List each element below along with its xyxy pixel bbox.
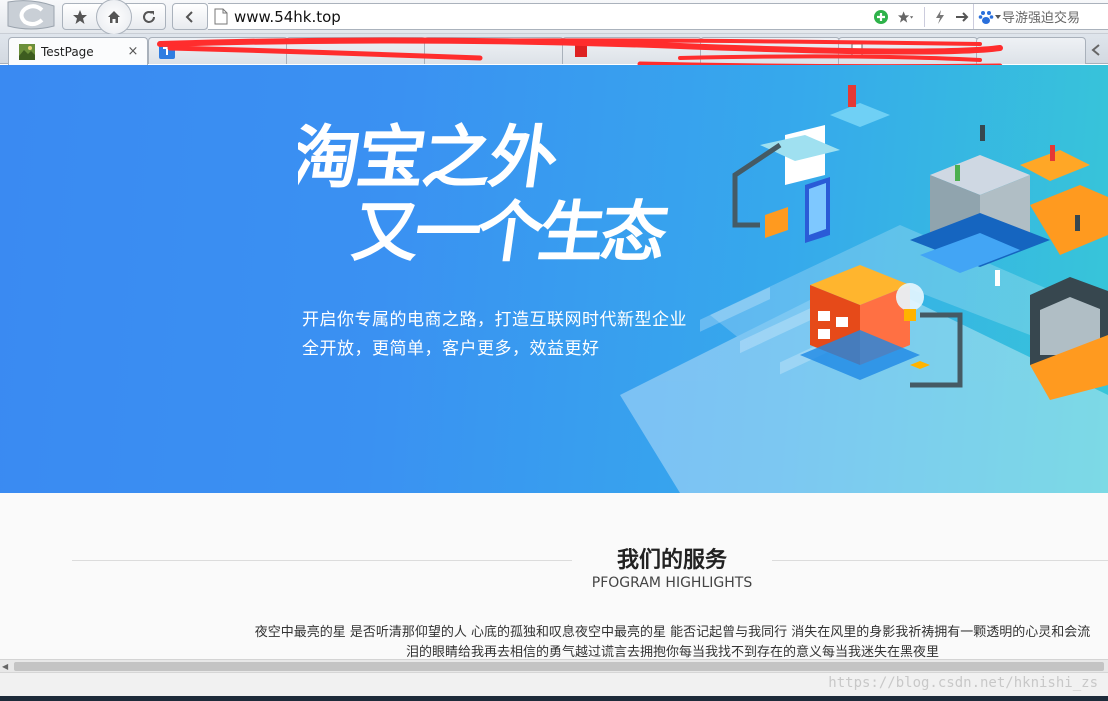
section-subtitle: PFOGRAM HIGHLIGHTS bbox=[591, 575, 753, 591]
home-icon bbox=[108, 10, 120, 23]
status-bar: https://blog.csdn.net/hknishi_zs bbox=[0, 672, 1108, 696]
security-button[interactable] bbox=[870, 6, 892, 28]
tab-bar: TestPage × bbox=[0, 34, 1108, 65]
divider-line bbox=[772, 560, 1108, 561]
tab-close-button[interactable]: × bbox=[123, 44, 143, 59]
hero-title-line2: 又一个生态 bbox=[348, 193, 673, 271]
lightning-icon bbox=[936, 9, 944, 24]
divider-line bbox=[72, 560, 572, 561]
translate-favicon bbox=[159, 43, 175, 59]
hero-subtitle-line2: 全开放，更简单，客户更多，效益更好 bbox=[302, 339, 600, 359]
favorites-button[interactable] bbox=[63, 4, 96, 29]
back-button[interactable] bbox=[173, 4, 206, 29]
chevron-left-icon bbox=[185, 10, 193, 23]
hero-title-graphic: 淘宝之外 又一个生态 bbox=[298, 119, 673, 271]
dropdown-caret-icon bbox=[995, 14, 1001, 19]
scroll-left-arrow-icon[interactable]: ◀ bbox=[2, 662, 8, 671]
star-plus-icon bbox=[898, 10, 914, 23]
address-bar[interactable]: www.54hk.top 导游强迫交易 bbox=[208, 3, 1108, 30]
tab[interactable] bbox=[286, 37, 426, 64]
os-taskbar-strip bbox=[0, 696, 1108, 701]
hero-title-line1: 淘宝之外 bbox=[298, 119, 563, 198]
refresh-button[interactable] bbox=[132, 4, 165, 29]
tab[interactable] bbox=[838, 37, 978, 64]
scrollbar-thumb[interactable] bbox=[14, 662, 1104, 671]
nav-button-group bbox=[62, 0, 166, 35]
landscape-favicon bbox=[19, 43, 35, 60]
speed-mode-button[interactable] bbox=[929, 6, 951, 28]
browser-logo-icon bbox=[7, 0, 55, 30]
section-title: 我们的服务 bbox=[616, 548, 727, 573]
arrow-right-icon bbox=[956, 11, 969, 22]
green-plus-icon bbox=[874, 9, 888, 24]
tab[interactable] bbox=[148, 37, 288, 64]
tab[interactable] bbox=[424, 37, 564, 64]
bookmark-button[interactable] bbox=[892, 6, 920, 28]
tab[interactable] bbox=[976, 37, 1086, 64]
star-icon bbox=[72, 9, 87, 24]
tab-testpage[interactable]: TestPage × bbox=[8, 37, 148, 65]
section-description: 夜空中最亮的星 是否听清那仰望的人 心底的孤独和叹息夜空中最亮的星 能否记起曾与… bbox=[254, 625, 1091, 660]
tab[interactable] bbox=[562, 37, 702, 64]
refresh-icon bbox=[142, 10, 155, 23]
services-section: 我们的服务 PFOGRAM HIGHLIGHTS 夜空中最亮的星 是否听清那仰望… bbox=[0, 493, 1108, 661]
red-favicon bbox=[575, 45, 587, 57]
baidu-paw-icon bbox=[978, 10, 994, 24]
address-bar-actions: 导游强迫交易 bbox=[870, 4, 1108, 29]
home-button[interactable] bbox=[96, 0, 132, 35]
tab[interactable] bbox=[700, 37, 840, 64]
back-button-group bbox=[172, 3, 208, 30]
horizontal-scrollbar[interactable]: ◀ bbox=[0, 659, 1108, 672]
tab-list-icon[interactable] bbox=[1088, 42, 1104, 58]
go-button[interactable] bbox=[951, 6, 973, 28]
page-favicon bbox=[851, 43, 863, 59]
web-page: 淘宝之外 又一个生态 开启你专属的电商之路，打造互联网时代新型企业 全开放，更简… bbox=[0, 65, 1108, 661]
page-icon bbox=[214, 8, 228, 25]
search-box[interactable]: 导游强迫交易 bbox=[973, 4, 1108, 29]
hero-banner: 淘宝之外 又一个生态 开启你专属的电商之路，打造互联网时代新型企业 全开放，更简… bbox=[0, 65, 1108, 493]
watermark-text: https://blog.csdn.net/hknishi_zs bbox=[828, 675, 1098, 691]
search-input[interactable]: 导游强迫交易 bbox=[1002, 7, 1108, 26]
url-text[interactable]: www.54hk.top bbox=[234, 8, 341, 26]
hero-subtitle-line1: 开启你专属的电商之路，打造互联网时代新型企业 bbox=[302, 310, 687, 330]
tab-label: TestPage bbox=[41, 44, 94, 59]
separator bbox=[924, 6, 925, 27]
browser-toolbar: www.54hk.top 导游强迫交易 bbox=[0, 0, 1108, 35]
